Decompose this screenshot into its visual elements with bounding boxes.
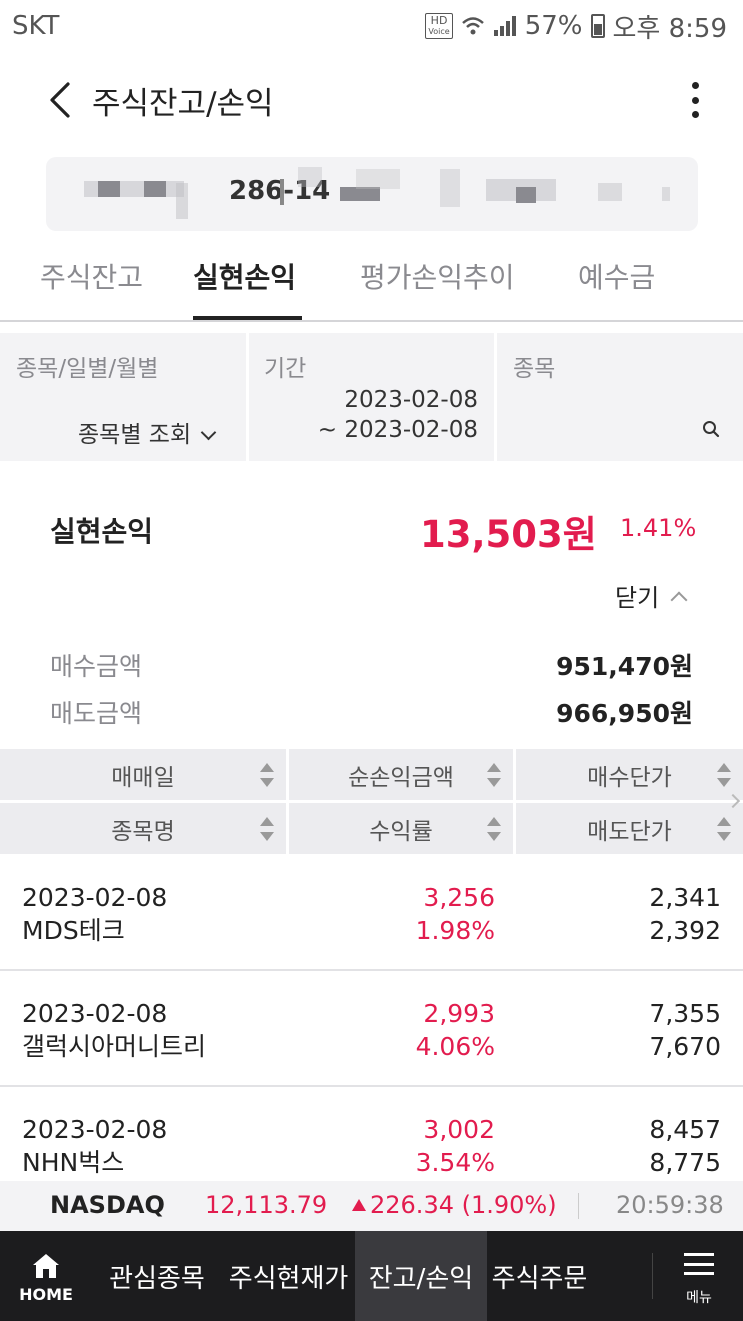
return-rate: 4.06% — [415, 1032, 495, 1061]
buy-price: 7,355 — [649, 999, 721, 1028]
chevron-down-icon — [200, 424, 217, 441]
sort-icon — [487, 817, 501, 841]
app-header: 주식잔고/손익 — [0, 60, 743, 140]
carrier-label: SKT — [12, 11, 60, 41]
sort-icon — [717, 763, 731, 787]
sell-amount-value: 966,950원 — [556, 699, 693, 728]
return-rate: 3.54% — [415, 1148, 495, 1177]
nav-balance-profit[interactable]: 잔고/손익 — [355, 1231, 487, 1321]
nav-home-label: HOME — [19, 1285, 73, 1304]
nav-menu[interactable]: 메뉴 — [655, 1231, 743, 1321]
battery-percent: 57% — [524, 11, 583, 41]
tab-realized-profit[interactable]: 실현손익 — [193, 256, 296, 296]
stock-filter[interactable]: 종목 — [497, 333, 743, 461]
net-profit: 3,256 — [423, 883, 495, 912]
tab-bar: 주식잔고 실현손익 평가손익추이 예수금 — [0, 248, 743, 322]
collapse-toggle-label: 닫기 — [615, 584, 660, 612]
sort-icon — [260, 817, 274, 841]
account-selector[interactable]: 286-14 — [46, 157, 698, 231]
tab-stock-balance[interactable]: 주식잔고 — [40, 256, 143, 296]
stock-name: MDS테크 — [22, 916, 125, 945]
status-icons: HD Voice 57% 오후 8:59 — [425, 8, 727, 45]
buy-price: 8,457 — [649, 1115, 721, 1144]
sell-price: 7,670 — [649, 1032, 721, 1061]
index-ticker[interactable]: NASDAQ 12,113.79 226.34 (1.90%) 20:59:38 — [0, 1181, 743, 1231]
header-stock-name[interactable]: 종목명 — [0, 803, 286, 854]
realized-profit-rate: 1.41% — [620, 514, 697, 542]
header-sell-price[interactable]: 매도단가 — [516, 803, 743, 854]
table-row[interactable]: 2023-02-08 MDS테크 3,256 1.98% 2,341 2,392 — [0, 855, 743, 971]
nav-current-price[interactable]: 주식현재가 — [222, 1231, 355, 1321]
sort-icon — [260, 763, 274, 787]
hd-voice-icon: HD Voice — [425, 13, 453, 39]
nav-divider — [652, 1253, 653, 1299]
header-buy-price[interactable]: 매수단가 — [516, 749, 743, 800]
type-filter[interactable]: 종목/일별/월별 종목별 조회 — [0, 333, 246, 461]
battery-icon — [590, 14, 605, 38]
bottom-nav: HOME 관심종목 주식현재가 잔고/손익 주식주문 메뉴 — [0, 1231, 743, 1321]
signal-icon — [493, 16, 516, 36]
sell-amount-label: 매도금액 — [50, 699, 143, 728]
page-title: 주식잔고/손익 — [92, 86, 274, 122]
stock-name: 갤럭시아머니트리 — [22, 1032, 207, 1061]
tab-valuation-trend[interactable]: 평가손익추이 — [360, 256, 515, 296]
sell-price: 2,392 — [649, 916, 721, 945]
back-arrow-icon[interactable] — [40, 78, 84, 122]
collapse-toggle[interactable]: 닫기 — [615, 578, 688, 613]
ticker-divider — [578, 1193, 579, 1219]
buy-price: 2,341 — [649, 883, 721, 912]
buy-amount-value: 951,470원 — [556, 652, 693, 681]
kebab-menu-icon[interactable] — [685, 78, 705, 122]
nav-home[interactable]: HOME — [0, 1231, 92, 1321]
ticker-change: 226.34 (1.90%) — [352, 1191, 557, 1219]
header-net-profit[interactable]: 순손익금액 — [289, 749, 513, 800]
home-icon — [33, 1254, 59, 1278]
net-profit: 2,993 — [423, 999, 495, 1028]
header-trade-date[interactable]: 매매일 — [0, 749, 286, 800]
table-row[interactable]: 2023-02-08 갤럭시아머니트리 2,993 4.06% 7,355 7,… — [0, 971, 743, 1087]
tab-deposit[interactable]: 예수금 — [578, 256, 655, 296]
buy-amount-label: 매수금액 — [50, 652, 143, 681]
nav-stock-order[interactable]: 주식주문 — [487, 1231, 592, 1321]
realized-profit-value: 13,503원 — [420, 513, 597, 556]
trade-date: 2023-02-08 — [22, 1115, 168, 1144]
filter-bar: 종목/일별/월별 종목별 조회 기간 2023-02-08 ~ 2023-02-… — [0, 333, 743, 461]
up-triangle-icon — [352, 1199, 366, 1211]
stock-filter-label: 종목 — [513, 356, 556, 382]
nav-menu-label: 메뉴 — [686, 1290, 712, 1306]
chevron-up-icon — [670, 591, 688, 608]
header-return-rate[interactable]: 수익률 — [289, 803, 513, 854]
sort-icon — [717, 817, 731, 841]
stock-name: NHN벅스 — [22, 1148, 125, 1177]
return-rate: 1.98% — [415, 916, 495, 945]
type-filter-select[interactable]: 종목별 조회 — [78, 415, 217, 449]
sort-icon — [487, 763, 501, 787]
period-to: ~ 2023-02-08 — [317, 417, 478, 443]
period-filter-label: 기간 — [264, 356, 307, 382]
ticker-name: NASDAQ — [50, 1191, 165, 1219]
search-icon[interactable] — [702, 420, 720, 438]
period-from: 2023-02-08 — [344, 387, 478, 413]
realized-profit-label: 실현손익 — [50, 515, 154, 548]
clock: 오후 8:59 — [612, 13, 728, 44]
hamburger-menu-icon — [684, 1253, 714, 1275]
ticker-time: 20:59:38 — [616, 1191, 724, 1219]
period-filter[interactable]: 기간 2023-02-08 ~ 2023-02-08 — [249, 333, 494, 461]
trade-date: 2023-02-08 — [22, 999, 168, 1028]
active-tab-indicator — [193, 316, 302, 320]
status-bar: SKT HD Voice 57% 오후 8:59 — [0, 0, 743, 52]
type-filter-label: 종목/일별/월별 — [16, 356, 159, 382]
ticker-value: 12,113.79 — [205, 1191, 328, 1219]
wifi-icon — [461, 17, 484, 35]
trade-date: 2023-02-08 — [22, 883, 168, 912]
sell-price: 8,775 — [649, 1148, 721, 1177]
net-profit: 3,002 — [423, 1115, 495, 1144]
table-header: 매매일 순손익금액 매수단가 종목명 수익률 매도단가 — [0, 749, 743, 855]
nav-watchlist[interactable]: 관심종목 — [92, 1231, 222, 1321]
